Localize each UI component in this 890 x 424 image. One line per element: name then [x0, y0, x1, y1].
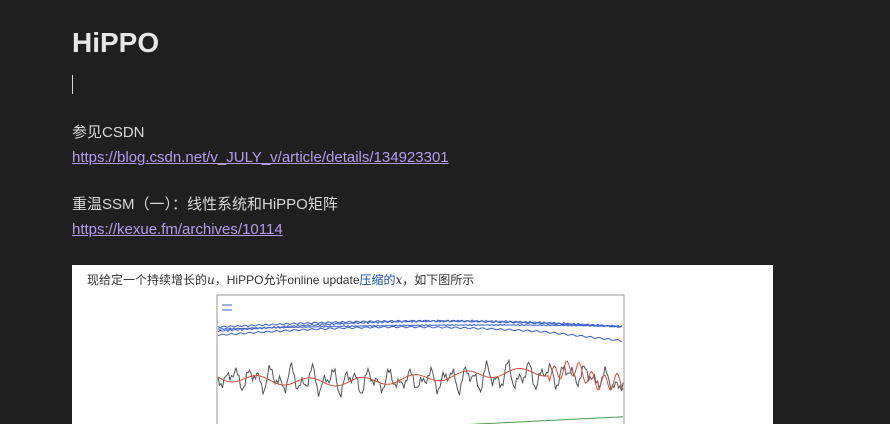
document-page: HiPPO 参见CSDN https://blog.csdn.net/v_JUL… [0, 0, 890, 424]
section-heading-csdn[interactable]: 参见CSDN [72, 123, 145, 143]
section-heading-ssm[interactable]: 重温SSM（一）：线性系统和HiPPO矩阵 [72, 195, 338, 215]
red-approx [217, 360, 624, 391]
blue-curve-4 [217, 323, 623, 330]
embedded-image[interactable]: 现给定一个持续增长的u，HiPPO允许online update压缩的x，如下图… [72, 265, 773, 424]
signal-plot [216, 294, 625, 424]
blue-curve-3 [217, 325, 623, 343]
link-csdn-article[interactable]: https://blog.csdn.net/v_JULY_v/article/d… [72, 148, 449, 168]
document-title[interactable]: HiPPO [72, 26, 159, 60]
text-cursor [72, 75, 73, 94]
link-kexue-article[interactable]: https://kexue.fm/archives/10114 [72, 220, 283, 240]
plot-frame [216, 294, 625, 424]
gray-signal [217, 358, 624, 398]
green-curve [468, 416, 624, 424]
